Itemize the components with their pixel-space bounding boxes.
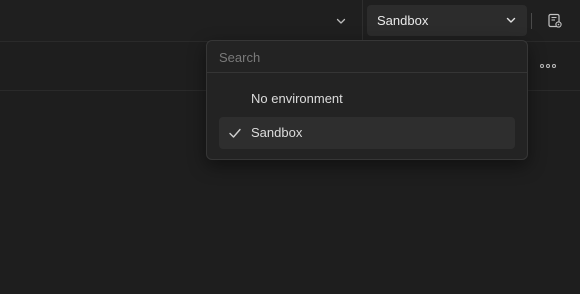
environment-option-no-environment[interactable]: No environment: [219, 83, 515, 115]
environment-dropdown: No environment Sandbox: [206, 40, 528, 160]
search-input[interactable]: [219, 47, 509, 67]
environment-settings-icon[interactable]: [547, 13, 563, 29]
more-options-icon[interactable]: [538, 60, 558, 72]
dot: [546, 64, 550, 68]
checkmark-icon: [228, 126, 242, 140]
environment-option-sandbox[interactable]: Sandbox: [219, 117, 515, 149]
dropdown-search: [207, 41, 527, 73]
top-bar: Sandbox: [0, 0, 580, 42]
divider: [531, 13, 532, 29]
dot: [552, 64, 556, 68]
chevron-down-icon: [505, 14, 517, 26]
dot: [540, 64, 544, 68]
environment-selector[interactable]: Sandbox: [367, 5, 527, 36]
environment-selector-label: Sandbox: [377, 13, 429, 28]
option-label: Sandbox: [251, 125, 303, 140]
divider: [362, 0, 363, 42]
option-label: No environment: [251, 91, 343, 106]
chevron-down-icon[interactable]: [334, 14, 348, 28]
